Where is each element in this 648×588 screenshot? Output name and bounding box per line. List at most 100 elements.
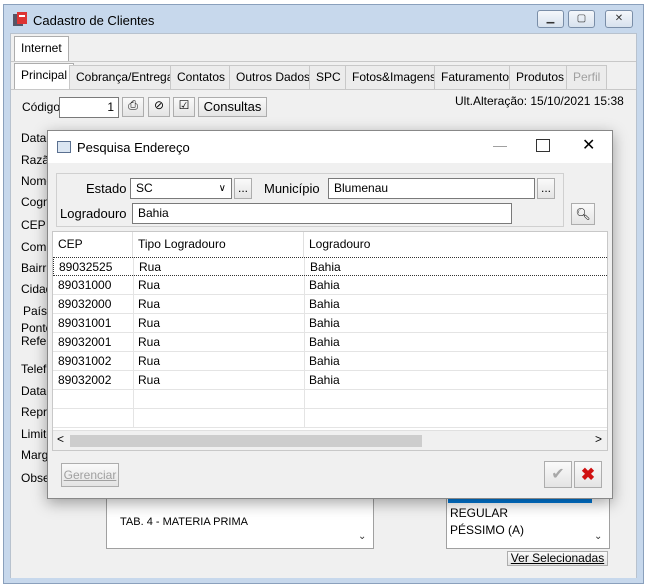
close-button[interactable]: ✕ xyxy=(605,10,633,28)
confirm-button[interactable]: ✔ xyxy=(544,461,572,488)
cell-tipo: Rua xyxy=(138,316,161,330)
tab-perfil[interactable]: Perfil xyxy=(566,65,608,89)
cell-cep: 89031001 xyxy=(58,316,112,330)
tab-list-item[interactable]: TAB. 4 - MATERIA PRIMA xyxy=(120,516,248,528)
table-row[interactable]: 89031001 Rua Bahia xyxy=(53,314,607,333)
municipio-label: Município xyxy=(264,181,320,196)
municipio-field[interactable]: Blumenau xyxy=(328,178,535,199)
tab-principal[interactable]: Principal xyxy=(14,63,75,90)
chevron-down-icon[interactable]: ⌄ xyxy=(358,531,366,542)
checkmark-icon: ✔ xyxy=(551,466,565,483)
municipio-lookup-button[interactable]: ... xyxy=(537,178,555,199)
table-row[interactable]: 89032000 Rua Bahia xyxy=(53,295,607,314)
cell-cep: 89031000 xyxy=(58,278,112,292)
ver-selecionadas-button[interactable]: Ver Selecionadas xyxy=(507,551,608,566)
table-row xyxy=(53,409,607,428)
column-header-cep[interactable]: CEP xyxy=(53,232,133,257)
cell-cep: 89032000 xyxy=(58,297,112,311)
cell-tipo: Rua xyxy=(138,335,161,349)
ult-alteracao: Ult.Alteração: 15/10/2021 15:38 xyxy=(455,94,624,108)
checklist-icon: ☑ xyxy=(178,98,190,112)
window-title: Cadastro de Clientes xyxy=(33,13,155,28)
rating-item-regular[interactable]: REGULAR xyxy=(450,506,508,520)
tab-outros-dados[interactable]: Outros Dados xyxy=(229,65,318,89)
cell-logradouro: Bahia xyxy=(309,354,340,368)
scroll-right-icon[interactable]: > xyxy=(595,432,602,446)
app-icon xyxy=(12,11,28,27)
logradouro-field[interactable]: Bahia xyxy=(132,203,512,224)
field-label-bairro: Bairr xyxy=(21,261,47,275)
search-button[interactable]: 🔍︎ xyxy=(571,203,595,225)
column-header-tipo[interactable]: Tipo Logradouro xyxy=(133,232,304,257)
column-header-logradouro[interactable]: Logradouro xyxy=(304,232,607,257)
attach-button[interactable]: ⊘ xyxy=(148,97,170,117)
paperclip-icon: ⊘ xyxy=(153,98,165,112)
rating-item-pessimo[interactable]: PÉSSIMO (A) xyxy=(450,523,524,537)
table-row[interactable]: 89031000 Rua Bahia xyxy=(53,276,607,295)
logradouro-label: Logradouro xyxy=(60,206,127,221)
table-row[interactable]: 89032525 Rua Bahia xyxy=(53,257,607,276)
tab-faturamento[interactable]: Faturamento xyxy=(434,65,517,89)
dialog-close-button[interactable]: ✕ xyxy=(582,135,595,155)
cell-cep: 89032002 xyxy=(58,373,112,387)
field-label-data2: Data xyxy=(21,384,47,398)
tab-spc[interactable]: SPC xyxy=(309,65,348,89)
dialog-minimize-button[interactable]: — xyxy=(492,137,508,153)
dialog-title: Pesquisa Endereço xyxy=(77,140,190,155)
cell-tipo: Rua xyxy=(139,260,162,274)
cross-icon: ✖ xyxy=(580,465,596,484)
tab-cobranca[interactable]: Cobrança/Entrega xyxy=(69,65,181,89)
cell-logradouro: Bahia xyxy=(309,373,340,387)
field-label-cognome: Cogn xyxy=(21,195,50,209)
codigo-field[interactable]: 1 xyxy=(59,97,119,118)
tab-contatos[interactable]: Contatos xyxy=(170,65,233,89)
scroll-left-icon[interactable]: < xyxy=(57,432,64,446)
estado-value: SC xyxy=(136,181,153,195)
dialog-window-icon xyxy=(57,141,71,153)
tab-fotos[interactable]: Fotos&Imagens xyxy=(345,65,444,89)
field-label-referencia: Refer xyxy=(21,334,51,348)
scrollbar-thumb[interactable] xyxy=(70,435,422,447)
cell-tipo: Rua xyxy=(138,278,161,292)
minimize-button[interactable]: ▁ xyxy=(537,10,564,28)
table-row[interactable]: 89032002 Rua Bahia xyxy=(53,371,607,390)
maximize-button[interactable]: ▢ xyxy=(568,10,595,28)
pesquisa-endereco-dialog: Pesquisa Endereço — ✕ Estado SC ∨ ... Mun… xyxy=(47,130,613,499)
chevron-down-icon: ∨ xyxy=(218,183,226,194)
gerenciar-button[interactable]: Gerenciar xyxy=(61,463,119,487)
cell-tipo: Rua xyxy=(138,354,161,368)
cell-tipo: Rua xyxy=(138,373,161,387)
printer-icon: ⎙ xyxy=(128,98,138,112)
dialog-maximize-button[interactable] xyxy=(536,139,550,152)
cancel-button[interactable]: ✖ xyxy=(574,461,602,488)
field-label-cep: CEP xyxy=(21,218,46,232)
field-label-observacao: Obse xyxy=(21,471,50,485)
codigo-label: Código xyxy=(22,100,61,114)
tab-internet[interactable]: Internet xyxy=(14,36,69,62)
cell-cep: 89031002 xyxy=(58,354,112,368)
cell-logradouro: Bahia xyxy=(310,260,341,274)
table-row[interactable]: 89032001 Rua Bahia xyxy=(53,333,607,352)
field-label-razao: Razã xyxy=(21,153,50,167)
cell-logradouro: Bahia xyxy=(309,297,340,311)
table-row xyxy=(53,390,607,409)
cell-tipo: Rua xyxy=(138,297,161,311)
estado-select[interactable]: SC ∨ xyxy=(130,178,232,199)
consultas-button[interactable]: Consultas xyxy=(198,97,267,117)
cell-logradouro: Bahia xyxy=(309,316,340,330)
field-label-margem: Marg xyxy=(21,448,49,462)
field-label-telefone: Telef xyxy=(21,362,47,376)
estado-lookup-button[interactable]: ... xyxy=(234,178,252,199)
tab-produtos[interactable]: Produtos xyxy=(509,65,572,89)
cell-logradouro: Bahia xyxy=(309,335,340,349)
print-button[interactable]: ⎙ xyxy=(122,97,144,117)
chevron-down-icon[interactable]: ⌄ xyxy=(594,531,602,542)
magnifier-icon: 🔍︎ xyxy=(575,207,591,221)
cell-cep: 89032001 xyxy=(58,335,112,349)
estado-label: Estado xyxy=(86,181,127,196)
checklist-button[interactable]: ☑ xyxy=(173,97,195,117)
address-grid[interactable]: CEP Tipo Logradouro Logradouro 89032525 … xyxy=(52,231,608,451)
table-row[interactable]: 89031002 Rua Bahia xyxy=(53,352,607,371)
cell-cep: 89032525 xyxy=(59,260,113,274)
rating-selected-item[interactable] xyxy=(448,499,592,503)
